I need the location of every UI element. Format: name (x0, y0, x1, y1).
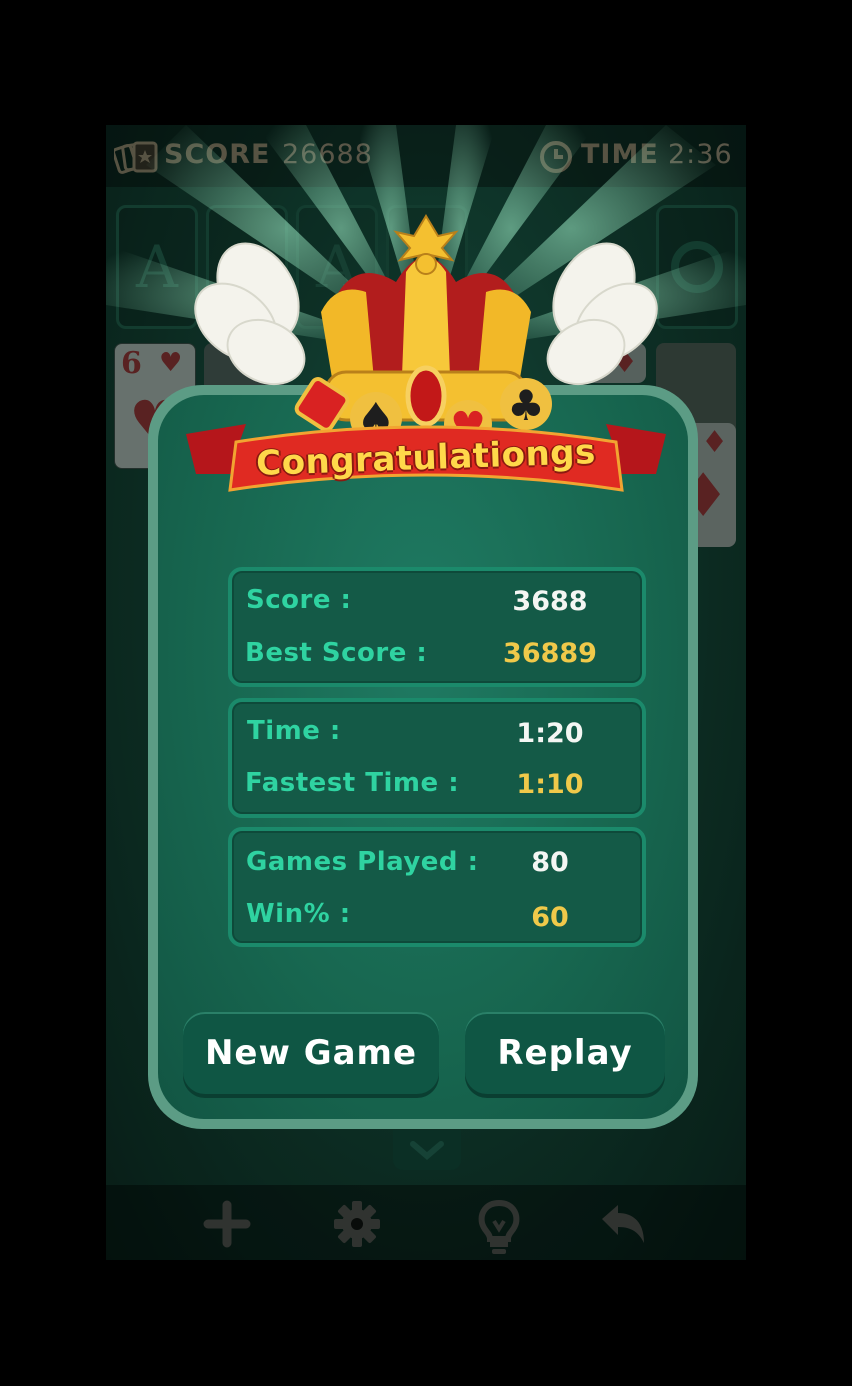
games-panel: Games Played : 80 Win% : 60 (228, 827, 646, 947)
win-percent-label: Win% : (246, 899, 351, 929)
time-panel: Time : 1:20 Fastest Time : 1:10 (228, 698, 646, 818)
fastest-time-label: Fastest Time : (245, 768, 460, 798)
score-label: Score : (246, 585, 352, 615)
crown-icon (321, 214, 531, 427)
best-score-label: Best Score : (245, 638, 428, 668)
games-played-label: Games Played : (246, 847, 479, 877)
win-percent-value: 60 (531, 902, 569, 933)
replay-button[interactable]: Replay (465, 1012, 665, 1094)
best-score-value: 36889 (503, 638, 597, 669)
score-panel: Score : 3688 Best Score : 36889 (228, 567, 646, 687)
time-label: Time : (247, 716, 341, 746)
new-game-button[interactable]: New Game (183, 1012, 439, 1094)
fastest-time-value: 1:10 (516, 769, 584, 800)
club-icon: ♣ (507, 381, 545, 430)
games-played-value: 80 (531, 847, 569, 878)
time-value: 1:20 (516, 718, 584, 749)
score-value: 3688 (512, 586, 588, 617)
